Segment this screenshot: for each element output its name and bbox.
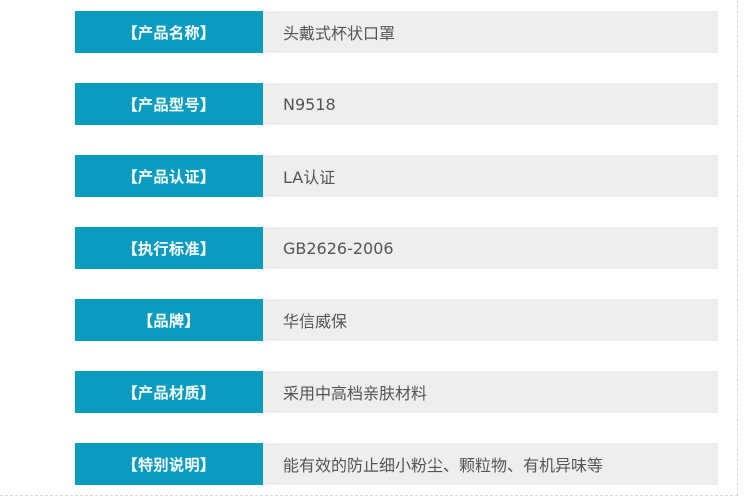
spec-label-standard: 【执行标准】 xyxy=(75,227,263,269)
spec-label-brand: 【品牌】 xyxy=(75,299,263,341)
spec-row-certification: 【产品认证】 LA认证 xyxy=(75,155,718,197)
spec-label-product-name: 【产品名称】 xyxy=(75,11,263,53)
spec-row-brand: 【品牌】 华信威保 xyxy=(75,299,718,341)
spec-row-model: 【产品型号】 N9518 xyxy=(75,83,718,125)
spec-row-special-note: 【特别说明】 能有效的防止细小粉尘、颗粒物、有机异味等 xyxy=(75,443,718,485)
spec-value-certification: LA认证 xyxy=(263,155,718,197)
spec-value-brand: 华信威保 xyxy=(263,299,718,341)
spec-value-model: N9518 xyxy=(263,83,718,125)
spec-value-material: 采用中高档亲肤材料 xyxy=(263,371,718,413)
spec-label-model: 【产品型号】 xyxy=(75,83,263,125)
spec-label-certification: 【产品认证】 xyxy=(75,155,263,197)
spec-label-material: 【产品材质】 xyxy=(75,371,263,413)
spec-row-material: 【产品材质】 采用中高档亲肤材料 xyxy=(75,371,718,413)
spec-row-standard: 【执行标准】 GB2626-2006 xyxy=(75,227,718,269)
product-spec-list: 【产品名称】 头戴式杯状口罩 【产品型号】 N9518 【产品认证】 LA认证 … xyxy=(75,11,718,485)
spec-value-special-note: 能有效的防止细小粉尘、颗粒物、有机异味等 xyxy=(263,443,718,485)
spec-value-standard: GB2626-2006 xyxy=(263,227,718,269)
spec-row-product-name: 【产品名称】 头戴式杯状口罩 xyxy=(75,11,718,53)
spec-label-special-note: 【特别说明】 xyxy=(75,443,263,485)
spec-value-product-name: 头戴式杯状口罩 xyxy=(263,11,718,53)
